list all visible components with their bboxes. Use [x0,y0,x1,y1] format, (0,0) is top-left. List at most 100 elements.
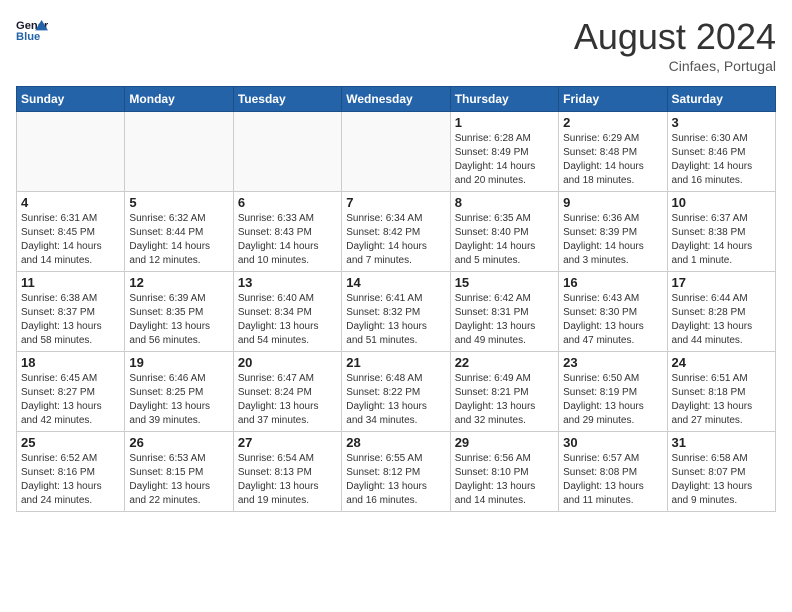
day-info: Sunrise: 6:39 AM Sunset: 8:35 PM Dayligh… [129,292,228,348]
day-number: 26 [129,435,228,450]
day-number: 16 [563,275,662,290]
day-number: 24 [672,355,771,370]
calendar-cell: 15Sunrise: 6:42 AM Sunset: 8:31 PM Dayli… [450,272,558,352]
day-info: Sunrise: 6:55 AM Sunset: 8:12 PM Dayligh… [346,452,445,508]
day-number: 20 [238,355,337,370]
calendar-week-row: 18 Sunrise: 6:45 AM Sunset: 8:27 PM Dayli… [17,352,776,432]
day-number: 14 [346,275,445,290]
day-info: Sunrise: 6:46 AM Sunset: 8:25 PM Dayligh… [129,372,228,428]
day-info: Sunrise: 6:44 AM Sunset: 8:28 PM Dayligh… [672,292,771,348]
weekday-header: Sunday [17,87,125,112]
day-number: 25 [21,435,120,450]
weekday-header: Tuesday [233,87,341,112]
calendar-cell: 23 Sunrise: 6:50 AM Sunset: 8:19 PM Dayli… [559,352,667,432]
calendar-cell: 1 Sunrise: 6:28 AM Sunset: 8:49 PM Daylig… [450,112,558,192]
day-number: 17 [672,275,771,290]
day-number: 29 [455,435,554,450]
day-info: Sunrise: 6:45 AM Sunset: 8:27 PM Dayligh… [21,372,120,428]
day-number: 28 [346,435,445,450]
calendar-cell: 21 Sunrise: 6:48 AM Sunset: 8:22 PM Dayli… [342,352,450,432]
page-header: General Blue August 2024 Cinfaes, Portug… [16,16,776,74]
day-number: 10 [672,195,771,210]
svg-text:Blue: Blue [16,31,40,43]
day-number: 2 [563,115,662,130]
day-info: Sunrise: 6:56 AM Sunset: 8:10 PM Dayligh… [455,452,554,508]
day-info: Sunrise: 6:41 AM Sunset: 8:32 PM Dayligh… [346,292,445,348]
weekday-header: Monday [125,87,233,112]
day-number: 31 [672,435,771,450]
day-info: Sunrise: 6:42 AM Sunset: 8:31 PM Dayligh… [455,292,554,348]
day-number: 12 [129,275,228,290]
day-info: Sunrise: 6:34 AM Sunset: 8:42 PM Dayligh… [346,212,445,268]
location: Cinfaes, Portugal [574,58,776,74]
day-info: Sunrise: 6:40 AM Sunset: 8:34 PM Dayligh… [238,292,337,348]
day-number: 11 [21,275,120,290]
day-number: 6 [238,195,337,210]
calendar-cell: 30 Sunrise: 6:57 AM Sunset: 8:08 PM Dayli… [559,432,667,512]
calendar-cell [342,112,450,192]
weekday-header: Wednesday [342,87,450,112]
day-info: Sunrise: 6:38 AM Sunset: 8:37 PM Dayligh… [21,292,120,348]
day-number: 21 [346,355,445,370]
calendar-header-row: SundayMondayTuesdayWednesdayThursdayFrid… [17,87,776,112]
day-info: Sunrise: 6:52 AM Sunset: 8:16 PM Dayligh… [21,452,120,508]
calendar-cell: 8Sunrise: 6:35 AM Sunset: 8:40 PM Daylig… [450,192,558,272]
day-number: 13 [238,275,337,290]
day-info: Sunrise: 6:29 AM Sunset: 8:48 PM Dayligh… [563,132,662,188]
weekday-header: Friday [559,87,667,112]
calendar-cell: 29 Sunrise: 6:56 AM Sunset: 8:10 PM Dayli… [450,432,558,512]
day-info: Sunrise: 6:54 AM Sunset: 8:13 PM Dayligh… [238,452,337,508]
day-info: Sunrise: 6:58 AM Sunset: 8:07 PM Dayligh… [672,452,771,508]
calendar-cell: 24 Sunrise: 6:51 AM Sunset: 8:18 PM Dayli… [667,352,775,432]
calendar-cell: 11 Sunrise: 6:38 AM Sunset: 8:37 PM Dayli… [17,272,125,352]
calendar-cell: 27Sunrise: 6:54 AM Sunset: 8:13 PM Dayli… [233,432,341,512]
calendar-week-row: 4Sunrise: 6:31 AM Sunset: 8:45 PM Daylig… [17,192,776,272]
calendar-table: SundayMondayTuesdayWednesdayThursdayFrid… [16,86,776,512]
calendar-cell: 19 Sunrise: 6:46 AM Sunset: 8:25 PM Dayli… [125,352,233,432]
day-info: Sunrise: 6:51 AM Sunset: 8:18 PM Dayligh… [672,372,771,428]
calendar-cell: 4Sunrise: 6:31 AM Sunset: 8:45 PM Daylig… [17,192,125,272]
day-info: Sunrise: 6:33 AM Sunset: 8:43 PM Dayligh… [238,212,337,268]
calendar-cell: 9Sunrise: 6:36 AM Sunset: 8:39 PM Daylig… [559,192,667,272]
calendar-cell: 5 Sunrise: 6:32 AM Sunset: 8:44 PM Daylig… [125,192,233,272]
day-number: 22 [455,355,554,370]
calendar-cell [233,112,341,192]
calendar-cell: 20 Sunrise: 6:47 AM Sunset: 8:24 PM Dayli… [233,352,341,432]
day-number: 1 [455,115,554,130]
calendar-cell: 31 Sunrise: 6:58 AM Sunset: 8:07 PM Dayli… [667,432,775,512]
calendar-cell: 18 Sunrise: 6:45 AM Sunset: 8:27 PM Dayli… [17,352,125,432]
day-info: Sunrise: 6:50 AM Sunset: 8:19 PM Dayligh… [563,372,662,428]
day-number: 7 [346,195,445,210]
day-info: Sunrise: 6:32 AM Sunset: 8:44 PM Dayligh… [129,212,228,268]
day-info: Sunrise: 6:53 AM Sunset: 8:15 PM Dayligh… [129,452,228,508]
calendar-cell: 12 Sunrise: 6:39 AM Sunset: 8:35 PM Dayli… [125,272,233,352]
calendar-cell: 26 Sunrise: 6:53 AM Sunset: 8:15 PM Dayli… [125,432,233,512]
calendar-cell: 7 Sunrise: 6:34 AM Sunset: 8:42 PM Daylig… [342,192,450,272]
day-number: 9 [563,195,662,210]
calendar-cell: 13 Sunrise: 6:40 AM Sunset: 8:34 PM Dayli… [233,272,341,352]
day-number: 19 [129,355,228,370]
calendar-week-row: 11 Sunrise: 6:38 AM Sunset: 8:37 PM Dayli… [17,272,776,352]
calendar-cell: 3Sunrise: 6:30 AM Sunset: 8:46 PM Daylig… [667,112,775,192]
weekday-header: Thursday [450,87,558,112]
day-info: Sunrise: 6:49 AM Sunset: 8:21 PM Dayligh… [455,372,554,428]
day-info: Sunrise: 6:30 AM Sunset: 8:46 PM Dayligh… [672,132,771,188]
day-info: Sunrise: 6:57 AM Sunset: 8:08 PM Dayligh… [563,452,662,508]
title-block: August 2024 Cinfaes, Portugal [574,16,776,74]
day-info: Sunrise: 6:28 AM Sunset: 8:49 PM Dayligh… [455,132,554,188]
calendar-cell [125,112,233,192]
day-info: Sunrise: 6:48 AM Sunset: 8:22 PM Dayligh… [346,372,445,428]
day-info: Sunrise: 6:47 AM Sunset: 8:24 PM Dayligh… [238,372,337,428]
calendar-cell: 2 Sunrise: 6:29 AM Sunset: 8:48 PM Daylig… [559,112,667,192]
calendar-cell: 22 Sunrise: 6:49 AM Sunset: 8:21 PM Dayli… [450,352,558,432]
month-title: August 2024 [574,16,776,58]
calendar-cell: 25 Sunrise: 6:52 AM Sunset: 8:16 PM Dayli… [17,432,125,512]
calendar-cell: 10Sunrise: 6:37 AM Sunset: 8:38 PM Dayli… [667,192,775,272]
day-number: 5 [129,195,228,210]
calendar-cell: 14 Sunrise: 6:41 AM Sunset: 8:32 PM Dayli… [342,272,450,352]
day-number: 18 [21,355,120,370]
day-number: 30 [563,435,662,450]
logo-icon: General Blue [16,16,48,44]
calendar-cell: 6 Sunrise: 6:33 AM Sunset: 8:43 PM Daylig… [233,192,341,272]
day-number: 23 [563,355,662,370]
